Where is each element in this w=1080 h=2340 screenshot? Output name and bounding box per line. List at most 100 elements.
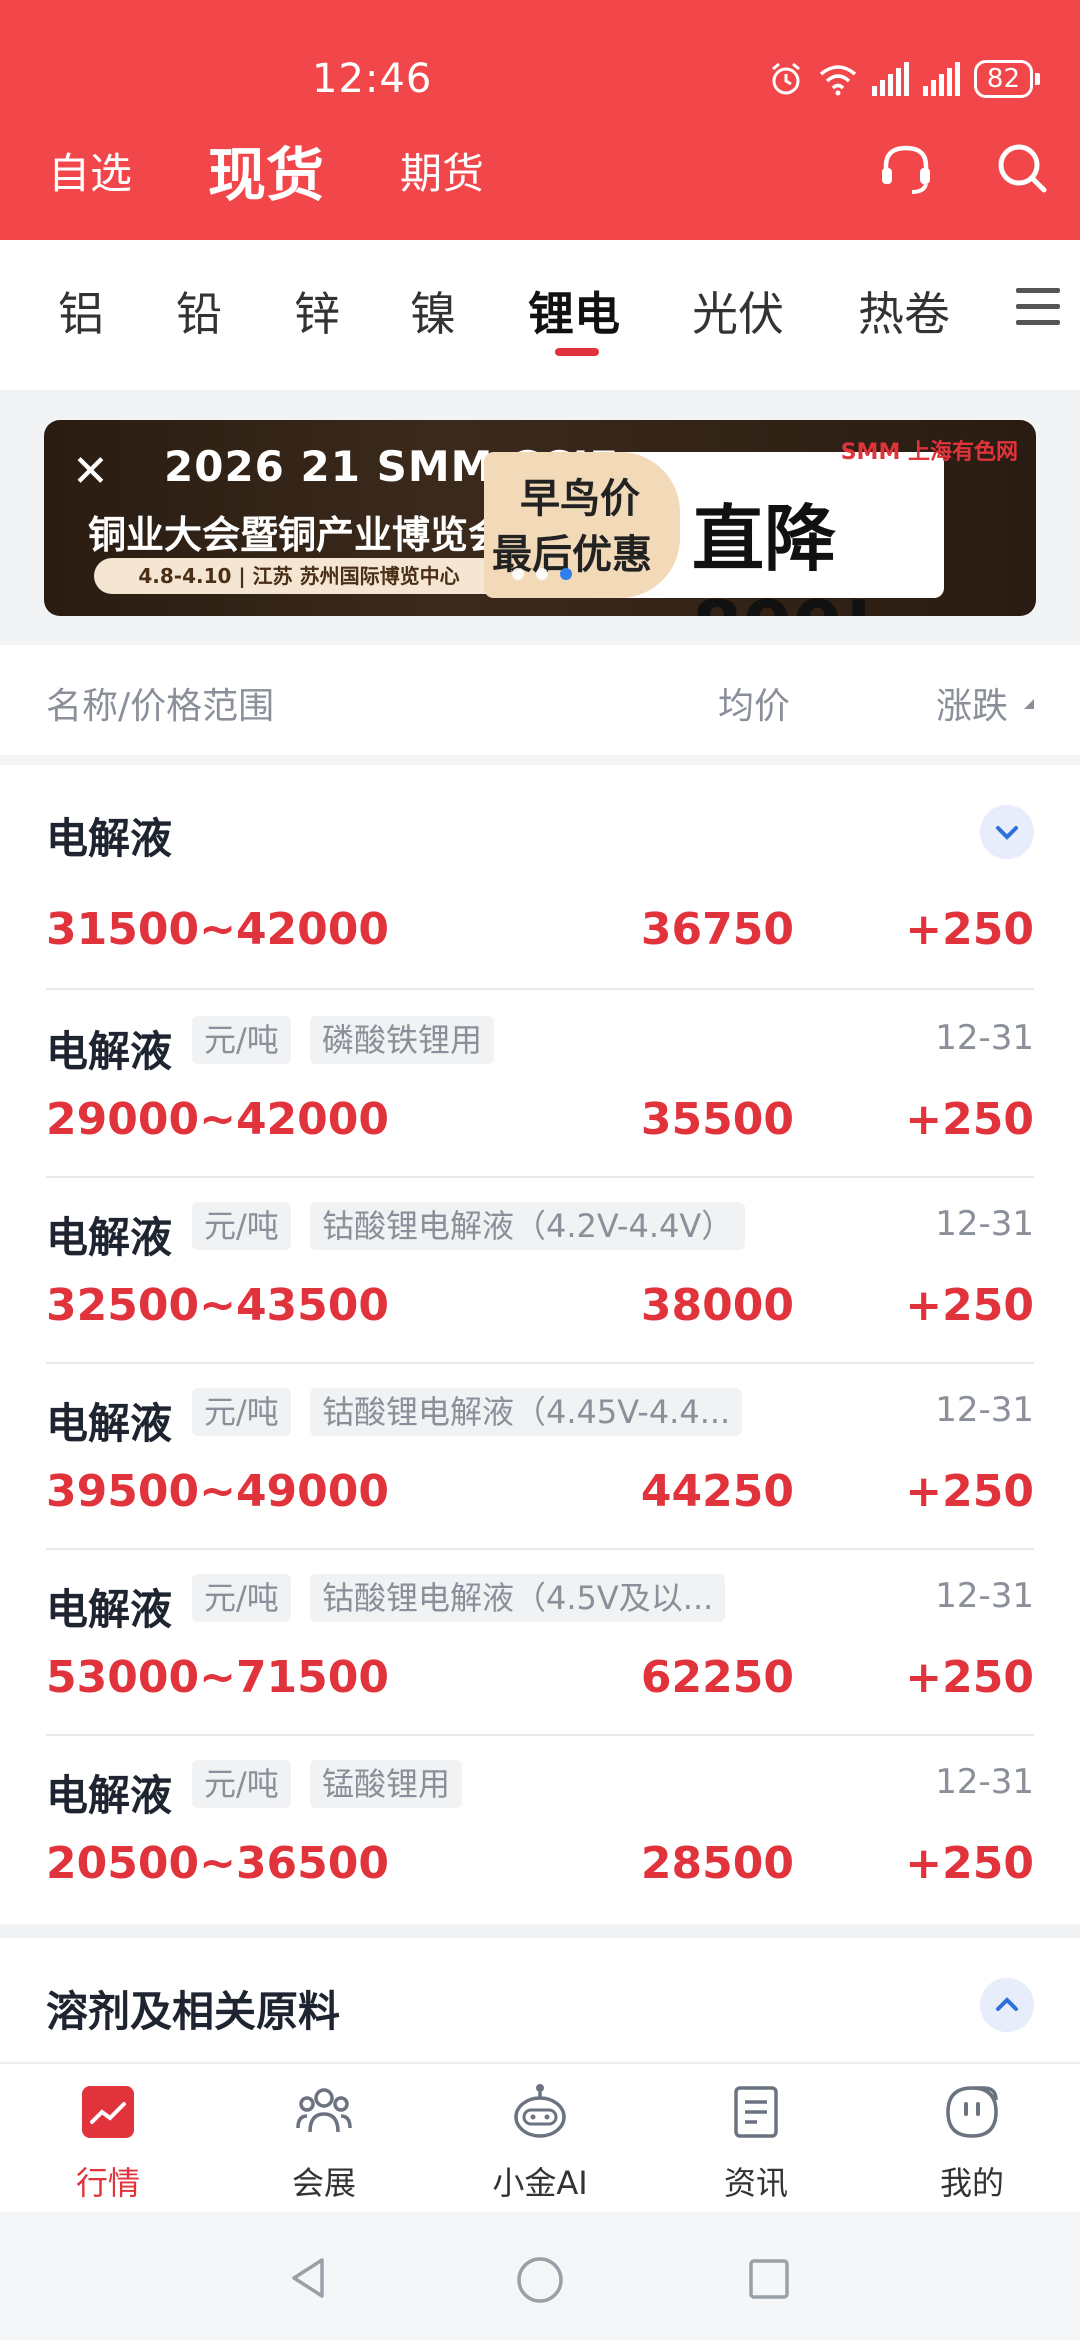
price-row[interactable]: 电解液 元/吨 锰酸锂用 12-31 20500~36500 28500 +25… bbox=[46, 1734, 1034, 1920]
smm-logo: SMM 上海有色网 bbox=[840, 440, 1018, 465]
tab-lead[interactable]: 铅 bbox=[176, 278, 222, 344]
avg-price: 44250 bbox=[640, 1466, 794, 1517]
status-time: 12:46 bbox=[312, 56, 433, 102]
nav-ai-assistant[interactable]: 小金AI bbox=[460, 2082, 620, 2204]
price-range: 53000~71500 bbox=[46, 1652, 390, 1703]
price-change: +250 bbox=[905, 1838, 1034, 1889]
menu-icon[interactable] bbox=[1016, 288, 1060, 328]
nav-market[interactable]: 行情 bbox=[28, 2082, 188, 2204]
unit-tag: 元/吨 bbox=[192, 1016, 291, 1064]
nav-exhibition[interactable]: 会展 bbox=[244, 2082, 404, 2204]
unit-tag: 元/吨 bbox=[192, 1574, 291, 1622]
banner-discount: 直降800! bbox=[692, 497, 875, 616]
status-icons: 82 bbox=[768, 60, 1040, 98]
robot-icon bbox=[514, 2084, 566, 2138]
price-change: +250 bbox=[905, 1280, 1034, 1331]
battery-icon: 82 bbox=[973, 60, 1040, 98]
price-range: 32500~43500 bbox=[46, 1280, 390, 1331]
nav-news[interactable]: 资讯 bbox=[676, 2082, 836, 2204]
unit-tag: 元/吨 bbox=[192, 1202, 291, 1250]
avg-price: 35500 bbox=[640, 1094, 794, 1145]
tab-nickel[interactable]: 镍 bbox=[410, 278, 456, 344]
column-change[interactable]: 涨跌 bbox=[936, 677, 1008, 729]
status-bar: 12:46 82 bbox=[0, 56, 1080, 106]
news-icon bbox=[734, 2086, 778, 2138]
recents-icon[interactable] bbox=[748, 2258, 790, 2300]
section-title: 电解液 bbox=[46, 814, 173, 863]
price-date: 12-31 bbox=[935, 1390, 1034, 1430]
signal-5g-icon bbox=[922, 62, 960, 96]
price-range: 31500~42000 bbox=[46, 904, 390, 955]
avg-price: 62250 bbox=[640, 1652, 794, 1703]
section-header[interactable]: 溶剂及相关原料 bbox=[0, 1938, 1080, 2058]
spec-tag: 钴酸锂电解液（4.2V-4.4V） bbox=[310, 1202, 746, 1250]
spec-tag: 钴酸锂电解液（4.5V及以... bbox=[310, 1574, 726, 1622]
banner-date-location: 4.8-4.10 | 江苏 苏州国际博览中心 bbox=[94, 558, 504, 594]
tab-aluminum[interactable]: 铝 bbox=[58, 278, 104, 344]
banner-subtitle: 铜业大会暨铜产业博览会 bbox=[88, 513, 507, 557]
profile-icon bbox=[946, 2086, 998, 2138]
promo-banner[interactable]: ✕ 2026 21 SMM CCIE 铜业大会暨铜产业博览会 4.8-4.10 … bbox=[44, 420, 1036, 616]
chevron-up-icon[interactable] bbox=[980, 1978, 1034, 2032]
chevron-down-icon[interactable] bbox=[980, 805, 1034, 859]
tab-hot-rolled-coil[interactable]: 热卷 bbox=[858, 278, 950, 344]
avg-price: 38000 bbox=[640, 1280, 794, 1331]
price-date: 12-31 bbox=[935, 1018, 1034, 1058]
nav-ai-assistant-label: 小金AI bbox=[492, 2164, 588, 2202]
close-icon[interactable]: ✕ bbox=[72, 446, 109, 497]
signal-4g-icon bbox=[871, 62, 909, 96]
column-header: 名称/价格范围 均价 涨跌 bbox=[0, 645, 1080, 765]
tab-zinc[interactable]: 锌 bbox=[294, 278, 340, 344]
product-name: 电解液 bbox=[46, 1399, 173, 1448]
avg-price: 36750 bbox=[640, 904, 794, 955]
product-name: 电解液 bbox=[46, 1213, 173, 1262]
price-date: 12-31 bbox=[935, 1204, 1034, 1244]
tab-watchlist[interactable]: 自选 bbox=[48, 140, 132, 201]
top-nav: 自选 现货 期货 bbox=[0, 128, 1080, 209]
headset-icon[interactable] bbox=[876, 138, 936, 198]
price-range: 20500~36500 bbox=[46, 1838, 390, 1889]
alarm-icon bbox=[771, 62, 800, 95]
column-avg: 均价 bbox=[718, 686, 791, 727]
avg-price: 28500 bbox=[640, 1838, 794, 1889]
price-change: +250 bbox=[905, 1094, 1034, 1145]
spec-tag: 磷酸铁锂用 bbox=[310, 1016, 495, 1064]
nav-news-label: 资讯 bbox=[723, 2164, 788, 2202]
product-name: 电解液 bbox=[46, 1771, 173, 1820]
spec-tag: 钴酸锂电解液（4.45V-4.4... bbox=[310, 1388, 743, 1436]
price-change: +250 bbox=[905, 1652, 1034, 1703]
tab-futures[interactable]: 期货 bbox=[400, 140, 484, 201]
price-row[interactable]: 电解液 元/吨 钴酸锂电解液（4.2V-4.4V） 12-31 32500~43… bbox=[46, 1176, 1034, 1364]
section-title: 溶剂及相关原料 bbox=[46, 1987, 341, 2036]
product-name: 电解液 bbox=[46, 1585, 173, 1634]
section-header[interactable]: 电解液 bbox=[0, 765, 1080, 885]
home-icon[interactable] bbox=[516, 2256, 564, 2304]
battery-level: 82 bbox=[973, 60, 1033, 98]
tab-photovoltaic[interactable]: 光伏 bbox=[692, 278, 784, 344]
price-row[interactable]: 电解液 元/吨 磷酸铁锂用 12-31 29000~42000 35500 +2… bbox=[46, 990, 1034, 1178]
app-header: 12:46 82 自选 现货 期货 bbox=[0, 0, 1080, 240]
active-tab-indicator bbox=[555, 348, 599, 356]
price-date: 12-31 bbox=[935, 1576, 1034, 1616]
back-icon[interactable] bbox=[288, 2256, 328, 2300]
nav-profile[interactable]: 我的 bbox=[892, 2082, 1052, 2204]
bottom-nav: 行情 会展 小金AI 资讯 我的 bbox=[0, 2062, 1080, 2214]
carousel-dots bbox=[512, 568, 572, 580]
price-row[interactable]: 电解液 元/吨 钴酸锂电解液（4.45V-4.4... 12-31 39500~… bbox=[46, 1362, 1034, 1550]
section-summary-row[interactable]: 31500~42000 36750 +250 bbox=[46, 880, 1034, 990]
column-name: 名称/价格范围 bbox=[46, 686, 275, 727]
section-divider bbox=[0, 1924, 1080, 1938]
price-row[interactable]: 电解液 元/吨 钴酸锂电解液（4.5V及以... 12-31 53000~715… bbox=[46, 1548, 1034, 1736]
price-range: 39500~49000 bbox=[46, 1466, 390, 1517]
nav-market-label: 行情 bbox=[75, 2164, 140, 2202]
search-icon[interactable] bbox=[992, 138, 1052, 198]
product-name: 电解液 bbox=[46, 1027, 173, 1076]
tab-spot[interactable]: 现货 bbox=[208, 128, 324, 212]
sort-icon[interactable] bbox=[1022, 697, 1036, 711]
unit-tag: 元/吨 bbox=[192, 1760, 291, 1808]
tab-lithium-battery[interactable]: 锂电 bbox=[528, 278, 620, 344]
unit-tag: 元/吨 bbox=[192, 1388, 291, 1436]
price-date: 12-31 bbox=[935, 1762, 1034, 1802]
price-change: +250 bbox=[905, 904, 1034, 955]
nav-profile-label: 我的 bbox=[939, 2164, 1004, 2202]
